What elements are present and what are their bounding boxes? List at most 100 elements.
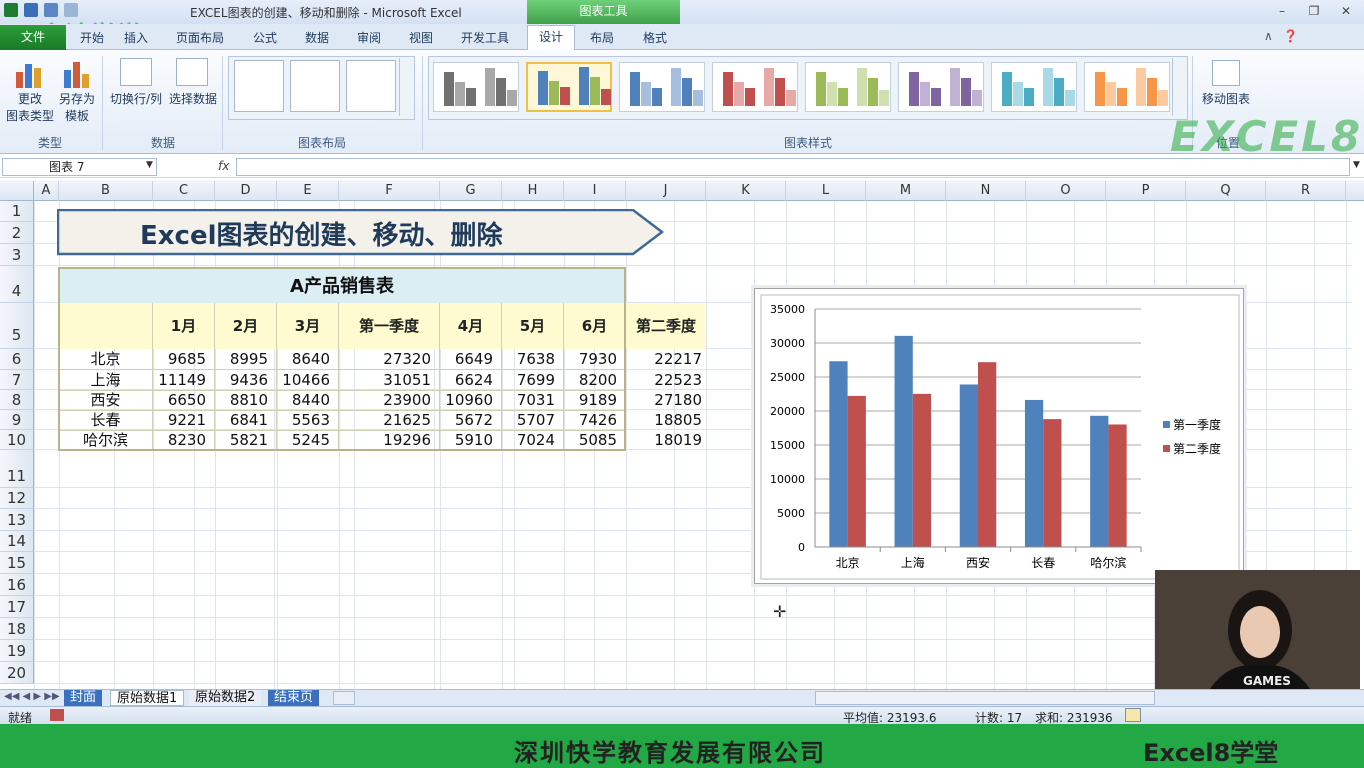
column-header[interactable]: E bbox=[277, 181, 339, 201]
table-cell[interactable]: 19296 bbox=[339, 430, 440, 451]
restore-icon[interactable]: ❐ bbox=[1304, 3, 1324, 19]
table-cell[interactable]: 7031 bbox=[502, 390, 564, 411]
table-cell[interactable]: 7638 bbox=[502, 349, 564, 370]
chart-style-7[interactable] bbox=[991, 62, 1077, 112]
styles-scroll-icon[interactable] bbox=[1172, 58, 1186, 116]
row-header[interactable]: 15 bbox=[0, 552, 34, 574]
row-header[interactable]: 8 bbox=[0, 390, 34, 410]
column-header[interactable]: M bbox=[866, 181, 946, 201]
row-header[interactable]: 4 bbox=[0, 266, 34, 303]
table-cell[interactable]: 18019 bbox=[626, 430, 702, 450]
tab-developer[interactable]: 开发工具 bbox=[461, 29, 509, 49]
sheet-tab-data2[interactable]: 原始数据2 bbox=[189, 690, 262, 706]
tab-design[interactable]: 设计 bbox=[527, 25, 575, 50]
table-cell[interactable]: 6841 bbox=[215, 410, 277, 431]
table-cell[interactable]: 22217 bbox=[626, 349, 702, 369]
column-header[interactable]: O bbox=[1026, 181, 1106, 201]
chart-style-4[interactable] bbox=[712, 62, 798, 112]
tab-insert[interactable]: 插入 bbox=[124, 29, 148, 49]
chart-style-6[interactable] bbox=[898, 62, 984, 112]
tab-page-layout[interactable]: 页面布局 bbox=[176, 29, 224, 49]
column-header[interactable]: I bbox=[564, 181, 626, 201]
table-cell[interactable]: 7024 bbox=[502, 430, 564, 451]
table-cell[interactable]: 8995 bbox=[215, 349, 277, 370]
table-cell[interactable]: 8230 bbox=[153, 430, 215, 451]
table-header-cell[interactable]: 第二季度 bbox=[626, 303, 706, 349]
column-header[interactable]: A bbox=[34, 181, 59, 201]
chart-layout-2[interactable] bbox=[290, 60, 340, 112]
table-cell[interactable]: 5563 bbox=[277, 410, 339, 431]
table-cell[interactable]: 9685 bbox=[153, 349, 215, 370]
formula-expand-icon[interactable]: ▼ bbox=[1353, 160, 1360, 170]
insert-sheet-icon[interactable] bbox=[333, 691, 355, 705]
macro-record-icon[interactable] bbox=[50, 709, 64, 721]
table-cell[interactable]: 5821 bbox=[215, 430, 277, 451]
table-header-cell[interactable]: 6月 bbox=[564, 303, 626, 349]
table-cell[interactable]: 8640 bbox=[277, 349, 339, 370]
table-cell[interactable]: 21625 bbox=[339, 410, 440, 431]
table-row-city[interactable]: 西安 bbox=[59, 390, 153, 411]
change-chart-type-icon[interactable] bbox=[12, 58, 46, 90]
row-header[interactable]: 16 bbox=[0, 574, 34, 596]
table-cell[interactable]: 8810 bbox=[215, 390, 277, 411]
table-cell[interactable]: 6624 bbox=[440, 370, 502, 391]
change-chart-type-button[interactable]: 更改 图表类型 bbox=[2, 91, 58, 125]
table-cell[interactable]: 11149 bbox=[153, 370, 215, 391]
table-cell[interactable]: 5085 bbox=[564, 430, 626, 451]
table-cell[interactable]: 5672 bbox=[440, 410, 502, 431]
tab-file[interactable]: 文件 bbox=[0, 25, 66, 50]
table-row-city[interactable]: 哈尔滨 bbox=[59, 430, 153, 451]
save-template-icon[interactable] bbox=[60, 58, 94, 90]
tab-view[interactable]: 视图 bbox=[409, 29, 433, 49]
row-header[interactable]: 5 bbox=[0, 303, 34, 349]
row-header[interactable]: 14 bbox=[0, 531, 34, 552]
row-header[interactable]: 20 bbox=[0, 662, 34, 684]
table-cell[interactable]: 8200 bbox=[564, 370, 626, 391]
table-header-cell[interactable]: 1月 bbox=[153, 303, 215, 349]
tab-data[interactable]: 数据 bbox=[305, 29, 329, 49]
table-cell[interactable]: 6650 bbox=[153, 390, 215, 411]
table-cell[interactable]: 27180 bbox=[626, 390, 702, 410]
insert-function-icon[interactable]: fx bbox=[218, 159, 229, 173]
sheet-tab-cover[interactable]: 封面 bbox=[64, 690, 103, 706]
select-data-button[interactable]: 选择数据 bbox=[166, 91, 220, 108]
move-chart-button[interactable]: 移动图表 bbox=[1198, 91, 1254, 108]
tab-layout[interactable]: 布局 bbox=[590, 29, 614, 49]
table-cell[interactable]: 27320 bbox=[339, 349, 440, 370]
table-header-cell[interactable]: 3月 bbox=[277, 303, 339, 349]
column-header[interactable]: N bbox=[946, 181, 1026, 201]
table-cell[interactable]: 9436 bbox=[215, 370, 277, 391]
column-header[interactable]: P bbox=[1106, 181, 1186, 201]
row-header[interactable]: 11 bbox=[0, 450, 34, 488]
column-header[interactable]: Q bbox=[1186, 181, 1266, 201]
column-header[interactable]: J bbox=[626, 181, 706, 201]
table-cell[interactable]: 10960 bbox=[440, 390, 502, 411]
row-header[interactable]: 6 bbox=[0, 349, 34, 370]
column-header[interactable]: B bbox=[59, 181, 153, 201]
chart-style-5[interactable] bbox=[805, 62, 891, 112]
minimize-icon[interactable]: – bbox=[1272, 3, 1292, 19]
select-data-icon[interactable] bbox=[176, 58, 208, 86]
redo-icon[interactable] bbox=[64, 3, 78, 17]
ribbon-collapse-icon[interactable]: ∧ bbox=[1264, 29, 1273, 49]
undo-icon[interactable] bbox=[44, 3, 58, 17]
row-header[interactable]: 18 bbox=[0, 618, 34, 640]
sheet-tab-end[interactable]: 结束页 bbox=[268, 690, 320, 706]
horizontal-scrollbar[interactable] bbox=[815, 691, 1155, 705]
row-header[interactable]: 1 bbox=[0, 201, 34, 222]
row-header[interactable]: 9 bbox=[0, 410, 34, 430]
row-header[interactable]: 2 bbox=[0, 222, 34, 244]
table-header-cell[interactable]: 2月 bbox=[215, 303, 277, 349]
table-cell[interactable]: 7426 bbox=[564, 410, 626, 431]
row-header[interactable]: 3 bbox=[0, 244, 34, 266]
table-cell[interactable]: 5707 bbox=[502, 410, 564, 431]
close-icon[interactable]: ✕ bbox=[1336, 3, 1356, 19]
column-header[interactable]: L bbox=[786, 181, 866, 201]
table-cell[interactable]: 22523 bbox=[626, 370, 702, 390]
row-header[interactable]: 7 bbox=[0, 370, 34, 390]
save-as-template-button[interactable]: 另存为 模板 bbox=[54, 91, 100, 125]
clustered-column-chart[interactable]: 0 5000 10000 15000 20000 25000 30000 35000 北京 上海 西… bbox=[754, 288, 1244, 584]
tab-review[interactable]: 审阅 bbox=[357, 29, 381, 49]
move-chart-icon[interactable] bbox=[1212, 60, 1240, 86]
chart-style-3[interactable] bbox=[619, 62, 705, 112]
